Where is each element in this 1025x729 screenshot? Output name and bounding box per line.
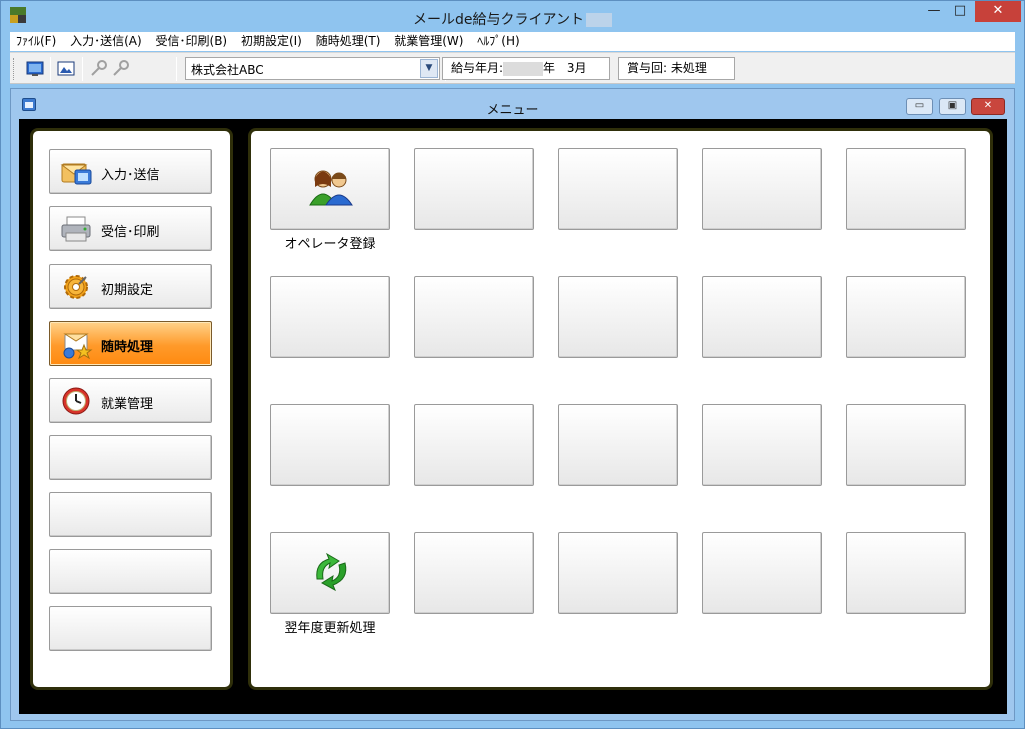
child-close-button[interactable]: ✕ [971, 98, 1005, 115]
printer-icon [59, 213, 93, 245]
grid-button-label: 翌年度更新処理 [284, 621, 376, 636]
monitor-icon[interactable] [24, 58, 46, 80]
menu-input-send[interactable]: 入力･送信(A) [70, 32, 142, 51]
grid-button-empty[interactable] [846, 404, 966, 486]
grid-button-empty[interactable] [846, 276, 966, 358]
grid-button-empty[interactable] [414, 276, 534, 358]
chevron-down-icon[interactable]: ▼ [420, 59, 438, 78]
grid-button-empty[interactable] [558, 404, 678, 486]
operator-registration-button[interactable] [270, 148, 390, 230]
sidebar-item-label: 随時処理 [101, 340, 154, 355]
menu-file[interactable]: ﾌｧｲﾙ(F) [16, 32, 56, 51]
grid-button-empty[interactable] [846, 532, 966, 614]
sidebar-item-empty[interactable] [49, 606, 212, 651]
toolbar: 株式会社ABC ▼ 給与年月: 年 3月 賞与回: 未処理 [10, 52, 1015, 84]
minimize-button[interactable]: — [921, 1, 947, 22]
grid-button-empty[interactable] [702, 148, 822, 230]
grid-button-empty[interactable] [558, 532, 678, 614]
close-button[interactable]: ✕ [975, 1, 1021, 22]
category-panel: 入力･送信 受信･印刷 初期設定 随時処理 就業管理 [30, 128, 233, 690]
bonus-value: 未処理 [670, 61, 707, 75]
grid-button-empty[interactable] [270, 404, 390, 486]
menu-window-title-bar[interactable]: メニュー ▭ ▣ ✕ [11, 89, 1014, 119]
sidebar-item-label: 就業管理 [101, 397, 154, 412]
pay-period-year-suffix: 年 [543, 61, 556, 75]
menu-receive-print[interactable]: 受信･印刷(B) [156, 32, 228, 51]
pay-period-field: 給与年月: 年 3月 [442, 57, 610, 80]
menu-adhoc-processing[interactable]: 随時処理(T) [316, 32, 381, 51]
bonus-field: 賞与回: 未処理 [618, 57, 735, 80]
maximize-button[interactable]: □ [947, 1, 973, 22]
grid-button-empty[interactable] [270, 276, 390, 358]
menu-body: 入力･送信 受信･印刷 初期設定 随時処理 就業管理 オペレータ登録 翌年度更新… [19, 119, 1007, 714]
sidebar-item-label: 初期設定 [101, 283, 154, 298]
bonus-label: 賞与回: [627, 61, 668, 75]
clock-icon [59, 385, 93, 417]
menu-help[interactable]: ﾍﾙﾌﾟ(H) [477, 32, 519, 51]
pay-period-year-masked [503, 61, 544, 76]
menu-initial-settings[interactable]: 初期設定(I) [241, 32, 302, 51]
grid-button-empty[interactable] [414, 532, 534, 614]
title-bar[interactable]: メールde給与クライアント — □ ✕ [1, 1, 1024, 32]
grid-button-empty[interactable] [702, 532, 822, 614]
child-minimize-button[interactable]: ▭ [906, 98, 933, 115]
grid-button-empty[interactable] [414, 404, 534, 486]
window-title: メールde給与クライアント [1, 9, 1024, 29]
sidebar-item-input-send[interactable]: 入力･送信 [49, 149, 212, 194]
toolbox-icon [59, 328, 93, 360]
pay-period-month: 3月 [566, 61, 587, 75]
grid-button-empty[interactable] [414, 148, 534, 230]
toolbar-grip[interactable] [13, 58, 16, 80]
envelope-icon [59, 156, 93, 188]
users-icon [307, 167, 355, 210]
key-icon[interactable] [110, 58, 132, 80]
function-panel: オペレータ登録 翌年度更新処理 [248, 128, 993, 690]
company-select-value: 株式会社ABC [191, 63, 264, 77]
toolbar-separator [50, 57, 51, 81]
menu-window-title: メニュー [486, 103, 539, 118]
child-maximize-button[interactable]: ▣ [939, 98, 966, 115]
sidebar-item-adhoc-processing[interactable]: 随時処理 [49, 321, 212, 366]
menu-work-management[interactable]: 就業管理(W) [394, 32, 463, 51]
gear-icon [59, 271, 93, 303]
app-window: メールde給与クライアント — □ ✕ ﾌｧｲﾙ(F) 入力･送信(A) 受信･… [0, 0, 1025, 729]
sidebar-item-empty[interactable] [49, 435, 212, 480]
sidebar-item-empty[interactable] [49, 492, 212, 537]
sidebar-item-label: 入力･送信 [101, 168, 160, 183]
menu-window: メニュー ▭ ▣ ✕ 入力･送信 受信･印刷 初期設定 随時処理 就業管理 オペ… [10, 88, 1015, 721]
key-icon[interactable] [88, 58, 110, 80]
sidebar-item-initial-settings[interactable]: 初期設定 [49, 264, 212, 309]
grid-button-empty[interactable] [846, 148, 966, 230]
grid-button-label: オペレータ登録 [284, 237, 376, 252]
sidebar-item-receive-print[interactable]: 受信･印刷 [49, 206, 212, 251]
recycle-icon [309, 549, 353, 596]
grid-button-empty[interactable] [558, 148, 678, 230]
grid-button-empty[interactable] [702, 276, 822, 358]
sidebar-item-work-management[interactable]: 就業管理 [49, 378, 212, 423]
menu-bar: ﾌｧｲﾙ(F) 入力･送信(A) 受信･印刷(B) 初期設定(I) 随時処理(T… [10, 32, 1015, 51]
pay-period-label: 給与年月: [451, 61, 504, 75]
company-select[interactable]: 株式会社ABC ▼ [185, 57, 440, 80]
picture-icon[interactable] [55, 58, 77, 80]
sidebar-item-label: 受信･印刷 [101, 225, 160, 240]
next-year-update-button[interactable] [270, 532, 390, 614]
grid-button-empty[interactable] [558, 276, 678, 358]
sidebar-item-empty[interactable] [49, 549, 212, 594]
toolbar-separator [82, 57, 83, 81]
grid-button-empty[interactable] [702, 404, 822, 486]
toolbar-separator [176, 57, 177, 81]
